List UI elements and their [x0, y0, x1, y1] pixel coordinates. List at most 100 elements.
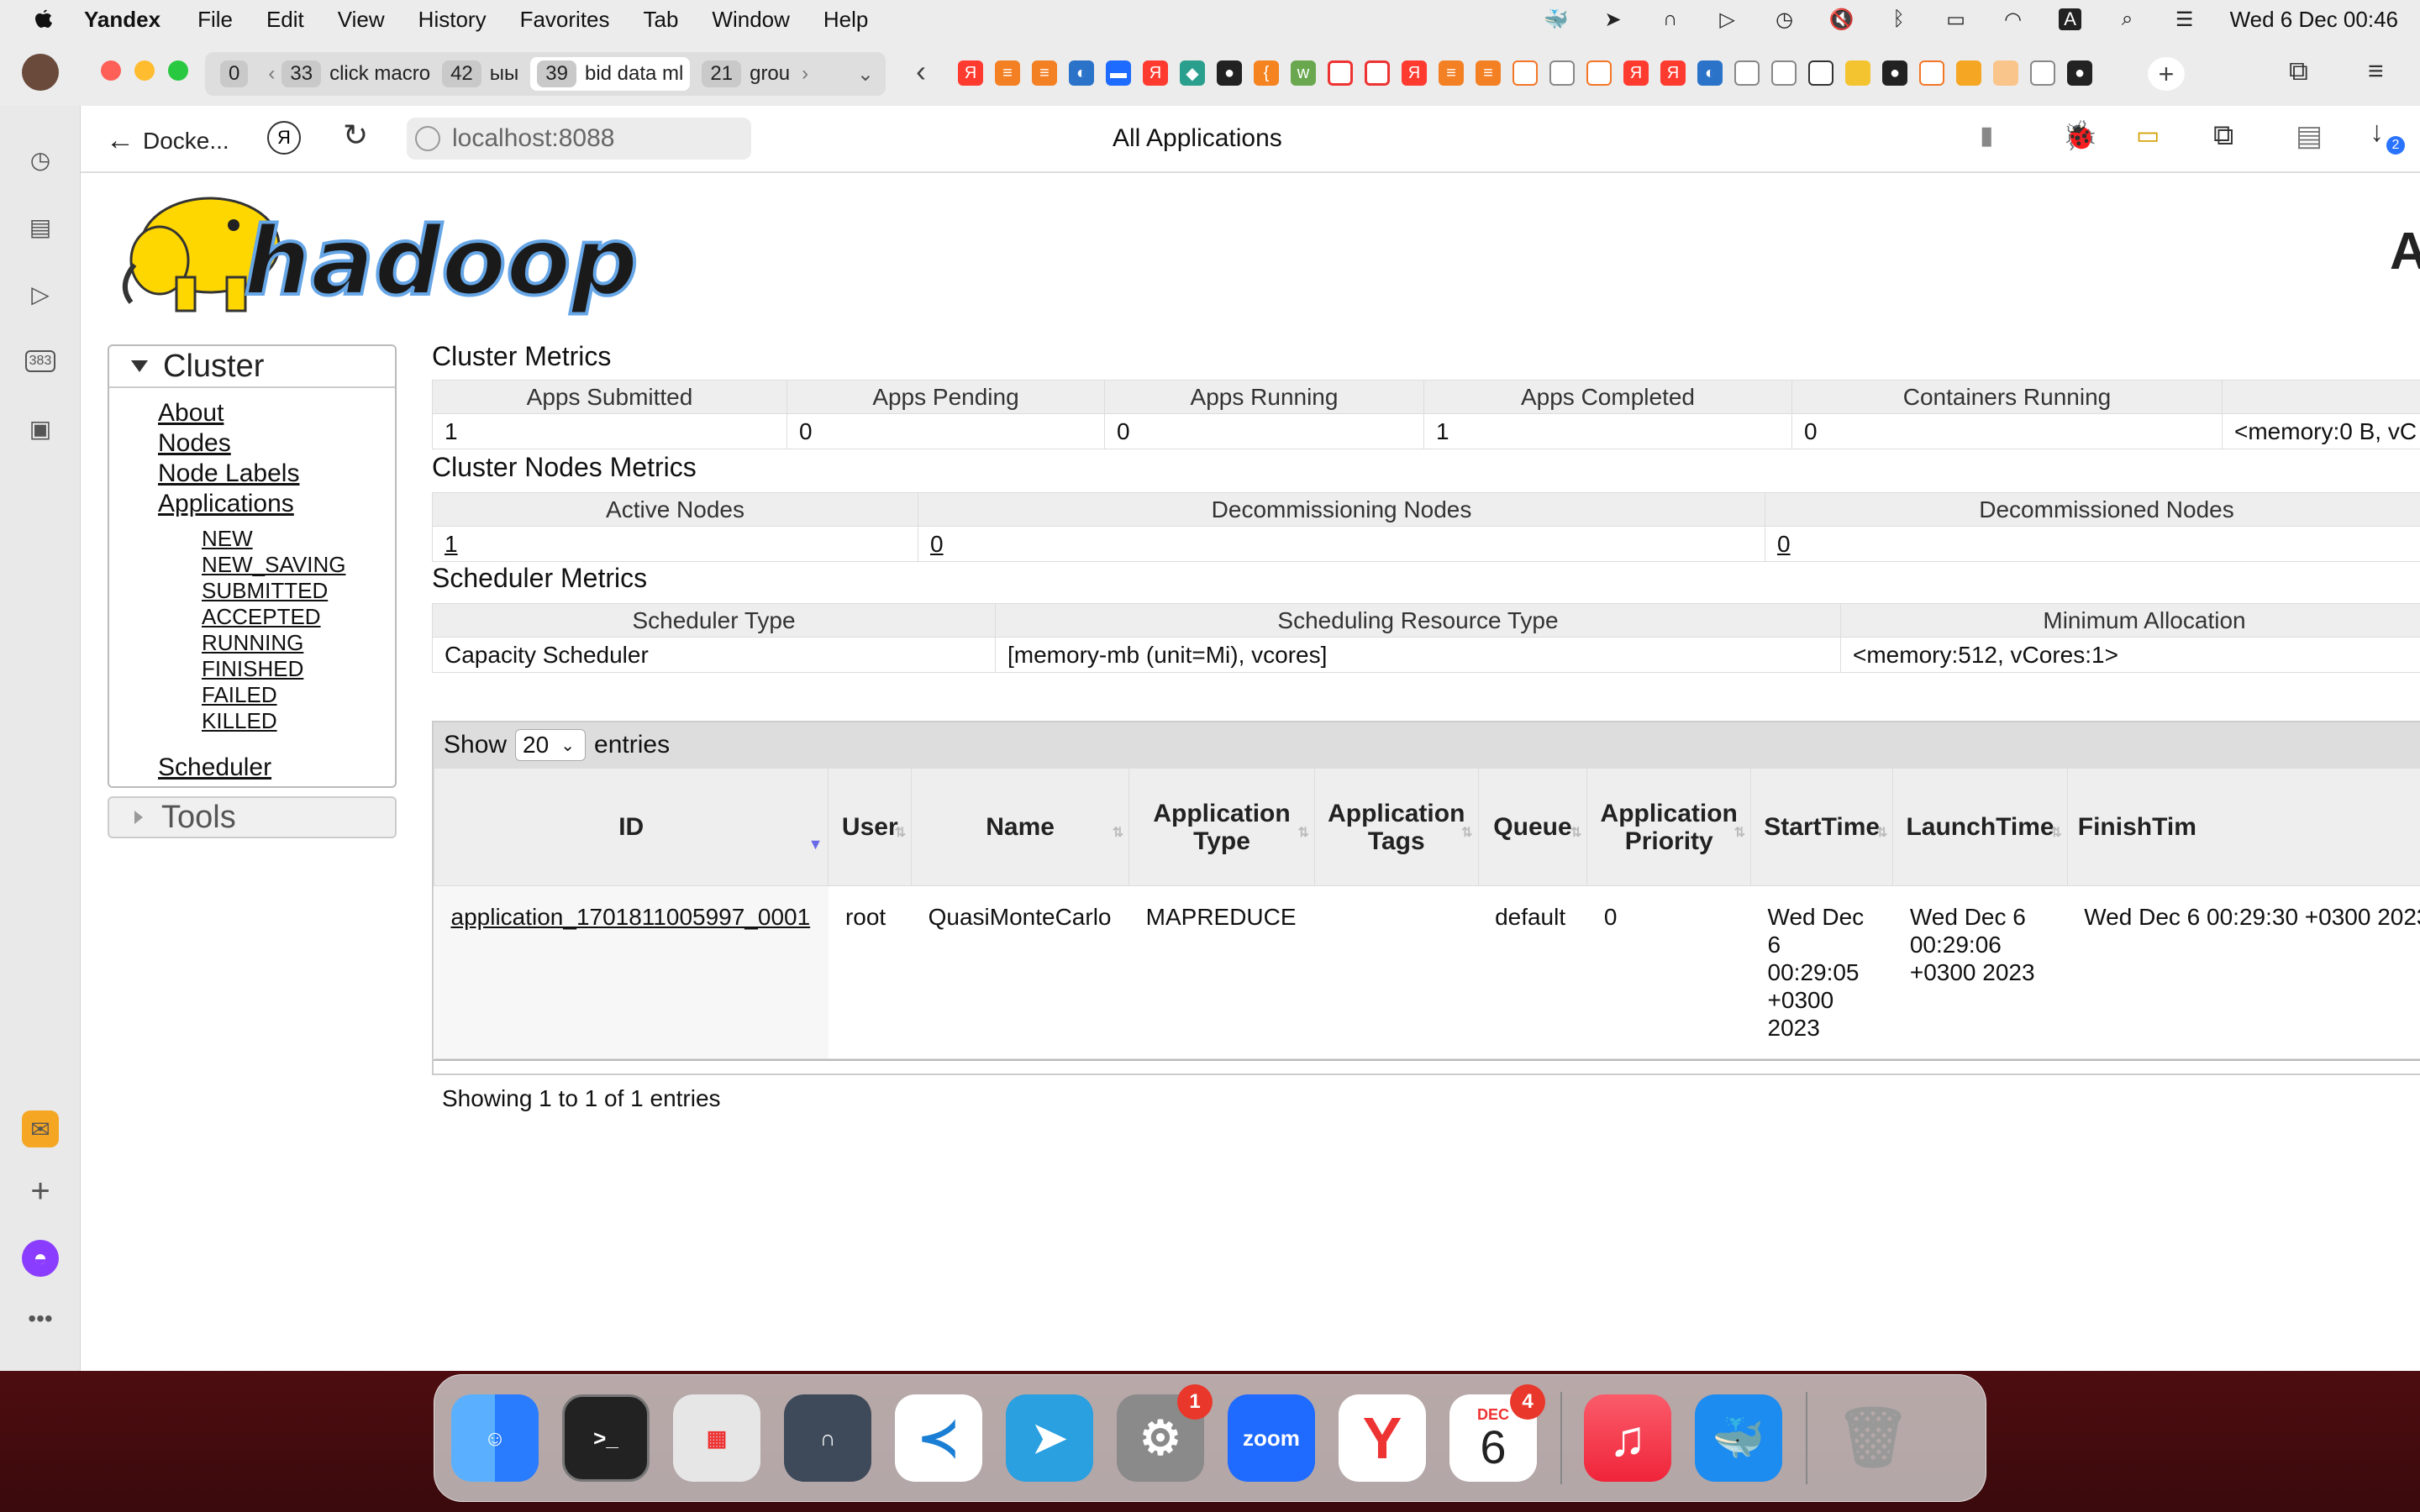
yandex-tab-icon[interactable]: Я: [958, 60, 983, 86]
apple-menu-icon[interactable]: [30, 7, 55, 32]
screenshot-icon[interactable]: ▣: [22, 410, 59, 447]
downloads-icon[interactable]: ↓: [2370, 116, 2384, 149]
nav-link-state-failed[interactable]: FAILED: [158, 682, 395, 708]
minimize-window-button[interactable]: [134, 60, 155, 81]
tab-group-bid-data-ml[interactable]: 39 bid data ml: [530, 57, 691, 91]
yandex-logo-icon[interactable]: Я: [267, 121, 301, 155]
trash-dock-icon[interactable]: 🗑: [1829, 1394, 1917, 1482]
col-header-name[interactable]: Name ⇅: [911, 768, 1130, 886]
active-tab-icon[interactable]: [1808, 60, 1833, 86]
active-nodes-link[interactable]: 1: [445, 531, 458, 557]
yandex-tab-icon[interactable]: Я: [1623, 60, 1649, 86]
telegram-status-icon[interactable]: ➤: [1599, 7, 1628, 32]
alice-assistant-icon[interactable]: ◓: [22, 1240, 59, 1277]
bug-extension-icon[interactable]: 🐞: [2062, 119, 2097, 153]
docker-status-icon[interactable]: 🐳: [1542, 7, 1570, 32]
system-settings-dock-icon[interactable]: ⚙ 1: [1117, 1384, 1213, 1482]
chat-tab-icon[interactable]: ▬: [1106, 60, 1131, 86]
battery-icon[interactable]: ▭: [1942, 7, 1970, 32]
add-panel-icon[interactable]: +: [22, 1173, 59, 1210]
zoom-dock-icon[interactable]: zoom: [1228, 1394, 1315, 1482]
vpn-status-icon[interactable]: ∩: [1656, 7, 1685, 32]
menu-favorites[interactable]: Favorites: [520, 7, 610, 33]
oracle-tab-icon[interactable]: [1365, 60, 1390, 86]
stackoverflow-tab-icon[interactable]: ≡: [1032, 60, 1057, 86]
menu-window[interactable]: Window: [712, 7, 789, 33]
bluetooth-icon[interactable]: ᛒ: [1885, 7, 1913, 32]
nav-link-state-new-saving[interactable]: NEW_SAVING: [158, 552, 395, 578]
nav-link-state-submitted[interactable]: SUBMITTED: [158, 578, 395, 604]
document-tab-icon[interactable]: [1771, 60, 1797, 86]
reload-icon[interactable]: ↻: [343, 118, 368, 153]
stackoverflow-tab-icon[interactable]: ≡: [1476, 60, 1501, 86]
col-header-id[interactable]: ID ▼: [433, 768, 829, 886]
globe-tab-icon[interactable]: ◐: [1697, 60, 1723, 86]
app-tab-icon[interactable]: w: [1291, 60, 1316, 86]
menu-help[interactable]: Help: [823, 7, 868, 33]
nav-link-nodes[interactable]: Nodes: [158, 428, 395, 459]
zoom-window-button[interactable]: [168, 60, 188, 81]
collections-icon[interactable]: ⧉: [2289, 55, 2308, 87]
play-status-icon[interactable]: ▷: [1713, 7, 1742, 32]
cluster-nav-header[interactable]: Cluster: [109, 346, 395, 388]
media-play-icon[interactable]: ▷: [22, 276, 59, 312]
new-tab-button[interactable]: +: [2148, 57, 2185, 91]
menu-icon[interactable]: ≡: [2368, 55, 2384, 87]
nav-link-applications[interactable]: Applications: [158, 489, 395, 519]
col-header-application-type[interactable]: Application Type ⇅: [1128, 768, 1315, 886]
jupyter-tab-icon[interactable]: [1586, 60, 1612, 86]
yandex-tab-icon[interactable]: Я: [1402, 60, 1427, 86]
counter-icon[interactable]: 383: [22, 343, 59, 380]
back-button[interactable]: ← Docke...: [106, 124, 229, 157]
github-tab-icon[interactable]: ●: [1882, 60, 1907, 86]
tab-group-yy[interactable]: 42 ыы: [442, 60, 518, 87]
wifi-icon[interactable]: ◠: [1999, 7, 2028, 32]
nav-link-state-killed[interactable]: KILLED: [158, 708, 395, 734]
tabs-scroll-left-icon[interactable]: ‹: [916, 54, 926, 89]
chevron-down-icon[interactable]: ⌄: [857, 62, 874, 87]
nav-link-node-labels[interactable]: Node Labels: [158, 459, 395, 489]
menu-tab[interactable]: Tab: [644, 7, 679, 33]
app-tab-icon[interactable]: [1956, 60, 1981, 86]
menu-history[interactable]: History: [418, 7, 487, 33]
tab-group-click-macro[interactable]: 33 click macro: [281, 60, 430, 87]
music-dock-icon[interactable]: ♫: [1584, 1394, 1671, 1482]
chevron-left-icon[interactable]: ‹: [268, 62, 275, 86]
nav-link-about[interactable]: About: [158, 398, 395, 428]
notes-icon[interactable]: ▤: [22, 208, 59, 245]
jupyter-tab-icon[interactable]: [1919, 60, 1944, 86]
time-machine-icon[interactable]: ◷: [1770, 7, 1799, 32]
close-window-button[interactable]: [101, 60, 121, 81]
col-header-launch-time[interactable]: LaunchTime ⇅: [1892, 768, 2068, 886]
yandex-tab-icon[interactable]: Я: [1143, 60, 1168, 86]
nav-link-state-accepted[interactable]: ACCEPTED: [158, 604, 395, 630]
col-header-application-tags[interactable]: Application Tags ⇅: [1313, 768, 1479, 886]
tools-nav-header[interactable]: Tools: [108, 796, 397, 838]
profile-avatar[interactable]: [22, 54, 59, 91]
col-header-start-time[interactable]: StartTime ⇅: [1750, 768, 1894, 886]
yandex-tab-icon[interactable]: Я: [1660, 60, 1686, 86]
app-name-menu[interactable]: Yandex: [84, 7, 160, 33]
chevron-right-icon[interactable]: ›: [802, 62, 808, 86]
github-tab-icon[interactable]: ●: [1217, 60, 1242, 86]
extension-icon[interactable]: ⧉: [2213, 119, 2233, 152]
control-center-icon[interactable]: ☰: [2170, 7, 2199, 32]
menu-file[interactable]: File: [197, 7, 233, 33]
url-field[interactable]: localhost:8088: [407, 118, 751, 160]
app-tab-icon[interactable]: ◆: [1180, 60, 1205, 86]
stackoverflow-tab-icon[interactable]: ≡: [995, 60, 1020, 86]
github-tab-icon[interactable]: ●: [2067, 60, 2092, 86]
terminal-dock-icon[interactable]: >_: [562, 1394, 650, 1482]
mute-icon[interactable]: 🔇: [1828, 7, 1856, 32]
finder-dock-icon[interactable]: ☺: [451, 1394, 539, 1482]
bookmark-icon[interactable]: ▮: [1980, 121, 1994, 150]
battery-saver-icon[interactable]: ▭: [2136, 121, 2160, 150]
nav-link-state-running[interactable]: RUNNING: [158, 630, 395, 656]
nav-link-state-finished[interactable]: FINISHED: [158, 656, 395, 682]
app-tab-icon[interactable]: {: [1254, 60, 1279, 86]
col-header-user[interactable]: User ⇅: [828, 768, 913, 886]
tab-group-grou[interactable]: 21 grou: [702, 60, 790, 87]
menu-view[interactable]: View: [338, 7, 385, 33]
entries-per-page-select[interactable]: 20 ⌄: [515, 729, 587, 761]
calendar-dock-icon[interactable]: DEC 6 4: [1449, 1384, 1545, 1482]
